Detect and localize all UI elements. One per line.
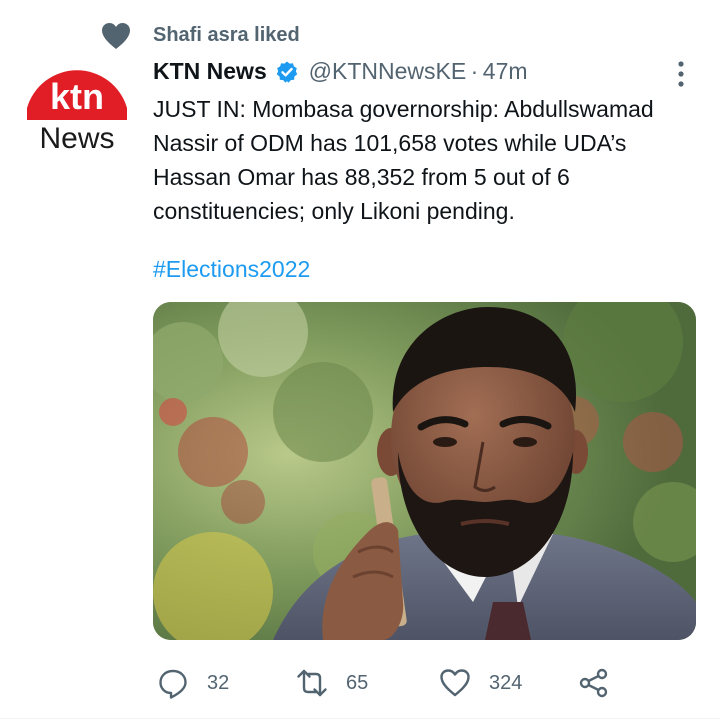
social-context[interactable]: Shafi asra liked (0, 18, 720, 54)
tweet-actions: 32 65 324 (0, 660, 720, 706)
tweet-text-line: Hassan Omar has 88,352 from 5 out of 6 (153, 164, 570, 190)
tweet-timestamp[interactable]: 47m (483, 58, 528, 84)
social-context-text: Shafi asra liked (153, 24, 300, 46)
heart-icon (102, 23, 130, 49)
avatar-logo-top: ktn (50, 76, 104, 117)
hashtag-link[interactable]: #Elections2022 (153, 256, 310, 283)
tweet-text: JUST IN: Mombasa governorship: Abdullswa… (153, 92, 713, 228)
author-name[interactable]: KTN News (153, 58, 267, 84)
retweet-button[interactable]: 65 (296, 660, 368, 706)
tweet-header: KTN News @KTNNewsKE · 47m (153, 58, 528, 90)
reply-button[interactable]: 32 (157, 660, 229, 706)
tweet-text-line: constituencies; only Likoni pending. (153, 198, 515, 224)
author-handle[interactable]: @KTNNewsKE (309, 58, 467, 84)
reply-icon (159, 669, 187, 699)
divider (0, 718, 720, 719)
retweet-count: 65 (346, 671, 369, 694)
heart-outline-icon (440, 669, 470, 697)
verified-badge-icon (277, 61, 298, 83)
reply-count: 32 (207, 671, 230, 694)
tweet-media-photo[interactable] (153, 302, 696, 640)
tweet-text-line: JUST IN: Mombasa governorship: Abdullswa… (153, 96, 654, 122)
share-icon (579, 668, 608, 698)
separator-dot: · (470, 58, 479, 84)
avatar[interactable]: ktn News (23, 66, 131, 174)
avatar-logo-bottom: News (39, 122, 114, 155)
more-options-icon[interactable] (671, 58, 691, 90)
tweet-text-line: Nassir of ODM has 101,658 votes while UD… (153, 130, 627, 156)
like-count: 324 (489, 671, 523, 694)
share-button[interactable] (578, 660, 610, 706)
like-button[interactable]: 324 (439, 660, 522, 706)
retweet-icon (297, 669, 327, 697)
